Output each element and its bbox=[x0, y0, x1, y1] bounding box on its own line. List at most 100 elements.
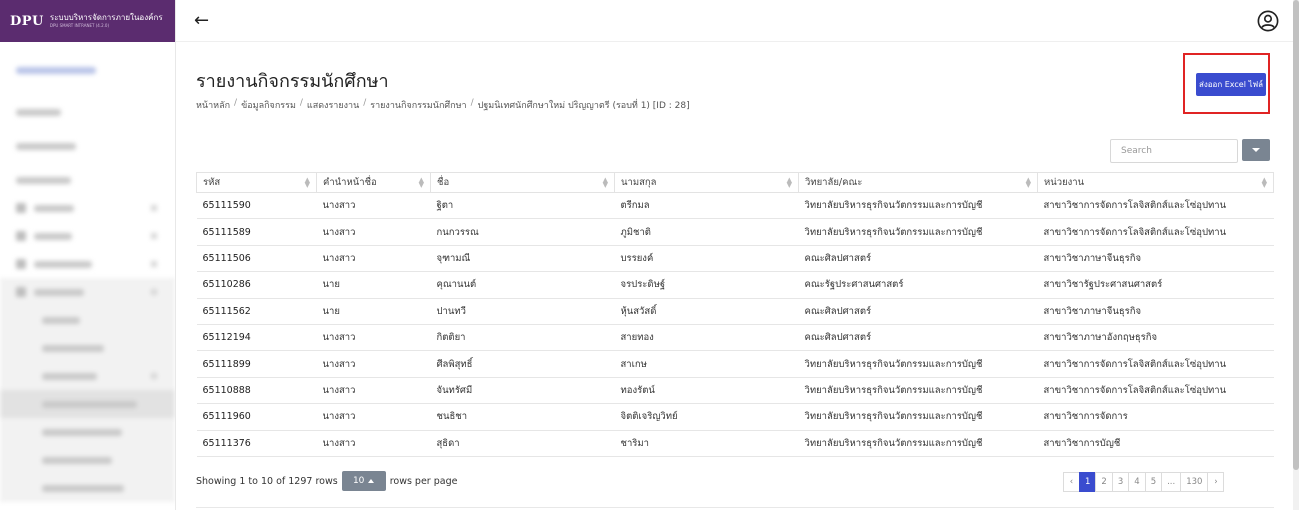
scrollbar-thumb[interactable] bbox=[1293, 0, 1299, 470]
cell-firstname: กิตติยา bbox=[430, 323, 615, 352]
table-row[interactable]: 65111960 นางสาว ชนธิชา จิตติเจริญวิทย์ วิทยา… bbox=[196, 403, 1274, 431]
page-button[interactable]: 3 bbox=[1111, 472, 1130, 492]
cell-lastname: ทองรัตน์ bbox=[614, 376, 799, 405]
page-size-dropdown[interactable]: 10 bbox=[341, 471, 386, 491]
page-title: รายงานกิจกรรมนักศึกษา bbox=[196, 71, 389, 92]
cell-department: สาขาวิชาภาษาจีนธุรกิจ bbox=[1037, 244, 1274, 273]
showing-rows-text: Showing 1 to 10 of 1297 rows bbox=[196, 475, 338, 487]
page-button[interactable]: 130 bbox=[1180, 472, 1209, 492]
cell-id: 65110286 bbox=[196, 271, 317, 299]
sidebar-item[interactable] bbox=[0, 390, 175, 418]
sidebar-item[interactable] bbox=[0, 98, 175, 126]
cell-faculty: คณะศิลปศาสตร์ bbox=[798, 323, 1038, 352]
cell-department: สาขาวิชาการบัญชี bbox=[1037, 429, 1274, 457]
students-table: รหัส ▲ ▼ คำนำหน้าชื่อ ▲ ▼ ชื่อ ▲ ▼ นามสกุล ▲ ▼ ว… bbox=[196, 172, 1274, 457]
column-header-firstname[interactable]: ชื่อ ▲ ▼ bbox=[430, 172, 615, 193]
cell-department: สาขาวิชาการจัดการ bbox=[1037, 403, 1274, 431]
sidebar-menu-blurred bbox=[0, 42, 175, 502]
sidebar-item[interactable] bbox=[0, 194, 175, 222]
sidebar-item[interactable] bbox=[0, 474, 175, 502]
sidebar-item[interactable] bbox=[0, 306, 175, 334]
cell-prefix: นางสาว bbox=[316, 244, 431, 273]
sidebar-item[interactable] bbox=[0, 56, 175, 84]
table-row[interactable]: 65111376 นางสาว สุธิดา ชาริมา วิทยาลัยบริหาร… bbox=[196, 429, 1274, 457]
sidebar-item[interactable] bbox=[0, 334, 175, 362]
brand-title: ระบบบริหารจัดการภายในองค์กร bbox=[49, 13, 163, 22]
table-row[interactable]: 65111899 นางสาว ศีลพิสุทธิ์ สาเกษ วิทยาลัยบร… bbox=[196, 350, 1274, 378]
table-row[interactable]: 65111506 นางสาว จุฑามณี บรรยงค์ คณะศิลปศาสตร… bbox=[196, 244, 1274, 273]
cell-id: 65111960 bbox=[196, 403, 317, 431]
sidebar-item[interactable] bbox=[0, 222, 175, 250]
column-header-department[interactable]: หน่วยงาน ▲ ▼ bbox=[1037, 172, 1274, 193]
table-row[interactable]: 65111589 นางสาว กนกวรรณ ภูมิชาติ วิทยาลัยบริ… bbox=[196, 218, 1274, 246]
table-row[interactable]: 65110286 นาย คุณานนต์ จรประดิษฐ์ คณะรัฐประศา… bbox=[196, 271, 1274, 299]
sort-icon[interactable]: ▲ ▼ bbox=[1262, 177, 1267, 189]
cell-faculty: คณะรัฐประศาสนศาสตร์ bbox=[798, 271, 1038, 299]
cell-id: 65111506 bbox=[196, 244, 317, 273]
column-header-prefix[interactable]: คำนำหน้าชื่อ ▲ ▼ bbox=[316, 172, 431, 193]
breadcrumb-item[interactable]: รายงานกิจกรรมนักศึกษา bbox=[370, 98, 466, 112]
sidebar-item[interactable] bbox=[0, 418, 175, 446]
cell-prefix: นาย bbox=[316, 297, 431, 325]
page-button[interactable]: 4 bbox=[1128, 472, 1146, 492]
cell-firstname: คุณานนต์ bbox=[430, 271, 615, 299]
column-header-lastname[interactable]: นามสกุล ▲ ▼ bbox=[614, 172, 799, 193]
cell-id: 65111376 bbox=[196, 429, 317, 457]
cell-prefix: นางสาว bbox=[316, 350, 431, 378]
sort-icon[interactable]: ▲ ▼ bbox=[787, 177, 792, 189]
caret-down-icon bbox=[1252, 148, 1260, 152]
breadcrumb-current: ปฐมนิเทศนักศึกษาใหม่ ปริญญาตรี (รอบที่ 1… bbox=[477, 101, 690, 111]
page-button[interactable]: 1 bbox=[1079, 472, 1097, 492]
user-profile-icon[interactable] bbox=[1257, 10, 1279, 32]
sidebar-item[interactable] bbox=[0, 166, 175, 194]
page-next-button[interactable]: › bbox=[1207, 472, 1225, 492]
cell-prefix: นางสาว bbox=[316, 429, 431, 457]
cell-firstname: กนกวรรณ bbox=[430, 218, 615, 246]
brand-header[interactable]: DPU ระบบบริหารจัดการภายในองค์กร DPU SMAR… bbox=[0, 0, 175, 42]
table-row[interactable]: 65111562 นาย ปานทวี หุ้นสวัสดิ์ คณะศิลปศาสตร… bbox=[196, 297, 1274, 325]
page-scrollbar[interactable] bbox=[1293, 0, 1299, 510]
table-row[interactable]: 65110888 นางสาว จันทรัศมี ทองรัตน์ วิทยาลัยบ… bbox=[196, 376, 1274, 405]
cell-lastname: หุ้นสวัสดิ์ bbox=[614, 297, 799, 325]
cell-faculty: วิทยาลัยบริหารธุรกิจนวัตกรรมและการบัญชี bbox=[798, 376, 1038, 405]
breadcrumb-item[interactable]: ข้อมูลกิจกรรม bbox=[241, 98, 296, 112]
cell-id: 65112194 bbox=[196, 323, 317, 352]
search-input[interactable] bbox=[1110, 139, 1238, 163]
cell-lastname: ตรีกมล bbox=[614, 191, 799, 220]
sort-icon[interactable]: ▲ ▼ bbox=[305, 177, 310, 189]
sidebar-item[interactable] bbox=[0, 446, 175, 474]
sort-icon[interactable]: ▲ ▼ bbox=[603, 177, 608, 189]
cell-firstname: จันทรัศมี bbox=[430, 376, 615, 405]
columns-dropdown-button[interactable] bbox=[1242, 139, 1270, 161]
sidebar-item[interactable] bbox=[0, 250, 175, 278]
pagination-info: Showing 1 to 10 of 1297 rows 10 rows per… bbox=[196, 471, 457, 491]
breadcrumb-item[interactable]: แสดงรายงาน bbox=[307, 98, 359, 112]
cell-firstname: ปานทวี bbox=[430, 297, 615, 325]
sidebar-item[interactable] bbox=[0, 362, 175, 390]
page-prev-button[interactable]: ‹ bbox=[1063, 472, 1080, 492]
page-button[interactable]: 5 bbox=[1144, 472, 1163, 492]
sidebar-item[interactable] bbox=[0, 132, 175, 160]
export-excel-button[interactable]: ส่งออก Excel ไฟล์ bbox=[1196, 73, 1266, 96]
brand-text: ระบบบริหารจัดการภายในองค์กร DPU SMART IN… bbox=[50, 14, 163, 28]
sidebar-item[interactable] bbox=[0, 278, 175, 306]
breadcrumb-item[interactable]: หน้าหลัก bbox=[196, 98, 230, 112]
column-header-id[interactable]: รหัส ▲ ▼ bbox=[196, 172, 317, 193]
column-header-faculty[interactable]: วิทยาลัย/คณะ ▲ ▼ bbox=[798, 172, 1038, 193]
back-arrow-icon[interactable]: ← bbox=[194, 10, 209, 31]
cell-id: 65111899 bbox=[196, 350, 317, 378]
cell-firstname: ชนธิชา bbox=[430, 403, 615, 431]
cell-department: สาขาวิชาภาษาจีนธุรกิจ bbox=[1037, 297, 1274, 325]
cell-faculty: วิทยาลัยบริหารธุรกิจนวัตกรรมและการบัญชี bbox=[798, 350, 1038, 378]
dpu-logo: DPU bbox=[10, 13, 44, 29]
table-row[interactable]: 65112194 นางสาว กิตติยา สายทอง คณะศิลปศาสตร์… bbox=[196, 323, 1274, 352]
cell-department: สาขาวิชาการจัดการโลจิสติกส์และโซ่อุปทาน bbox=[1037, 350, 1274, 378]
sort-icon[interactable]: ▲ ▼ bbox=[1026, 177, 1031, 189]
cell-department: สาขาวิชาการจัดการโลจิสติกส์และโซ่อุปทาน bbox=[1037, 191, 1274, 220]
cell-lastname: สาเกษ bbox=[614, 350, 799, 378]
cell-id: 65110888 bbox=[196, 376, 317, 405]
page-button[interactable]: 2 bbox=[1095, 472, 1113, 492]
table-row[interactable]: 65111590 นางสาว ฐิตา ตรีกมล วิทยาลัยบริหารธุ… bbox=[196, 191, 1274, 220]
sort-icon[interactable]: ▲ ▼ bbox=[419, 177, 424, 189]
cell-firstname: ศีลพิสุทธิ์ bbox=[430, 350, 615, 378]
